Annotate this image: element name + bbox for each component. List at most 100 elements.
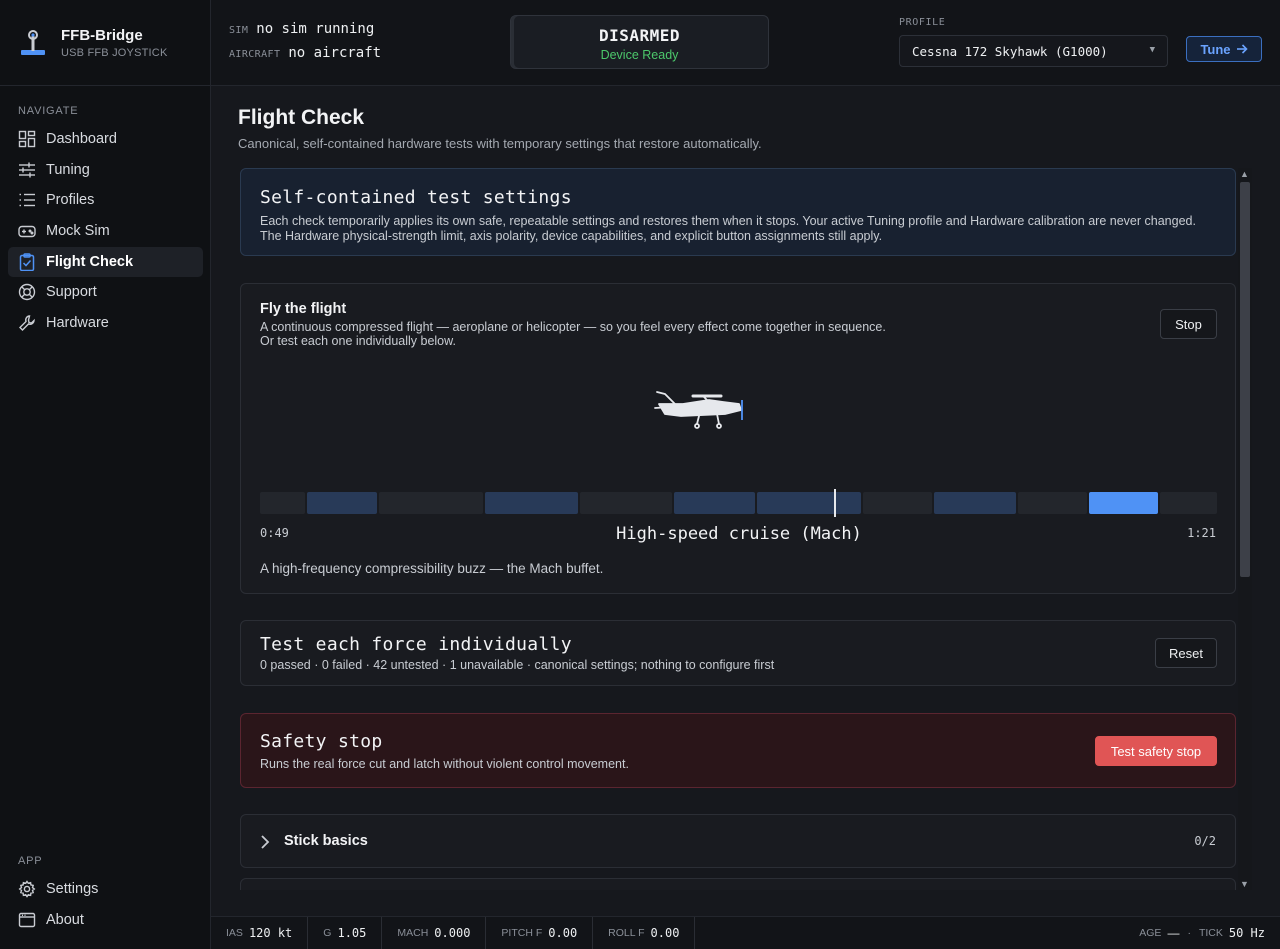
window-icon [18, 912, 36, 927]
timeline-segment [379, 492, 483, 514]
brand: FFB-Bridge USB FFB JOYSTICK [0, 0, 210, 86]
aircraft-key: AIRCRAFT [229, 49, 281, 60]
individual-card-title: Test each force individually [260, 634, 572, 655]
sidebar-item-tuning[interactable]: Tuning [8, 155, 203, 185]
settings-card-text: Each check temporarily applies its own s… [260, 214, 1196, 243]
scrollbar[interactable]: ▲ ▼ [1238, 168, 1252, 890]
timeline-playhead[interactable] [834, 489, 837, 517]
list-icon [19, 194, 35, 207]
pitch-force-value: 0.00 [548, 926, 578, 940]
app-section-label: APP [18, 855, 43, 867]
group-title: Stick basics [284, 833, 368, 849]
sidebar-item-about[interactable]: About [8, 905, 203, 935]
phase-description: A high-frequency compressibility buzz — … [260, 561, 604, 576]
fly-the-flight-card: Fly the flight A continuous compressed f… [240, 283, 1236, 594]
sidebar-item-label: Mock Sim [46, 223, 110, 240]
stop-button[interactable]: Stop [1160, 309, 1217, 339]
telemetry-footer: IAS 120 kt G 1.05 MACH 0.000 PITCH F 0.0… [211, 916, 1280, 949]
grid-icon [18, 130, 36, 148]
scrollbar-thumb[interactable] [1240, 182, 1250, 577]
next-group[interactable] [240, 878, 1236, 890]
tick-value: 50 Hz [1228, 926, 1265, 940]
safety-card-title: Safety stop [260, 731, 383, 752]
age-separator: · [1187, 927, 1191, 939]
timeline-segment [757, 492, 861, 514]
sidebar-item-dashboard[interactable]: Dashboard [8, 124, 203, 154]
g-value: 1.05 [337, 926, 367, 940]
mach-key: MACH [397, 927, 429, 939]
sidebar: FFB-Bridge USB FFB JOYSTICK NAVIGATE Das… [0, 0, 211, 949]
pitch-force-key: PITCH F [501, 927, 543, 939]
flight-card-line2: Or test each one individually below. [260, 334, 456, 348]
clipboard-check-icon [19, 253, 35, 271]
sidebar-item-settings[interactable]: Settings [8, 874, 203, 904]
safety-stop-card: Safety stop Runs the real force cut and … [240, 713, 1236, 788]
timeline-segment [934, 492, 1016, 514]
nav-list: Dashboard Tuning Profiles Mock Sim Fligh… [8, 124, 203, 339]
telemetry-pitch-force: PITCH F 0.00 [486, 916, 594, 949]
lifebuoy-icon [18, 284, 36, 301]
aircraft-status: AIRCRAFT no aircraft [229, 45, 381, 61]
telemetry-g: G 1.05 [308, 916, 383, 949]
telemetry-ias: IAS 120 kt [211, 916, 309, 949]
sidebar-item-label: Flight Check [46, 253, 134, 270]
g-key: G [323, 927, 332, 939]
sidebar-item-label: Tuning [46, 161, 90, 178]
top-header: SIM no sim running AIRCRAFT no aircraft … [211, 0, 1280, 86]
scroll-down-icon[interactable]: ▼ [1240, 879, 1249, 889]
safety-card-text: Runs the real force cut and latch withou… [260, 757, 629, 771]
gamepad-icon [18, 225, 36, 238]
timeline-segment [260, 492, 305, 514]
sim-key: SIM [229, 25, 249, 36]
sidebar-item-profiles[interactable]: Profiles [8, 185, 203, 215]
arm-state: DISARMED [598, 26, 681, 45]
sidebar-item-hardware[interactable]: Hardware [8, 308, 203, 338]
wrench-icon [19, 315, 35, 332]
arm-status-box[interactable]: DISARMED Device Ready [510, 15, 769, 69]
gear-icon [18, 880, 36, 898]
sidebar-item-label: Support [46, 284, 97, 301]
current-phase: High-speed cruise (Mach) [616, 524, 862, 544]
page-subtitle: Canonical, self-contained hardware tests… [238, 136, 762, 151]
tune-button[interactable]: Tune [1186, 36, 1262, 62]
chevron-down-icon: ▼ [1149, 45, 1155, 55]
scroll-area[interactable]: Self-contained test settings Each check … [240, 168, 1237, 890]
test-summary: 0 passed · 0 failed · 42 untested · 1 un… [260, 658, 775, 672]
sim-value: no sim running [256, 21, 375, 37]
individual-tests-card: Test each force individually 0 passed · … [240, 620, 1236, 686]
tune-label: Tune [1200, 41, 1231, 57]
stick-basics-group[interactable]: Stick basics 0/2 [240, 814, 1236, 868]
timeline-segment [863, 492, 932, 514]
telemetry-roll-force: ROLL F 0.00 [593, 916, 696, 949]
airplane-icon [654, 391, 743, 429]
age-value: — [1167, 926, 1180, 940]
main-content: Flight Check Canonical, self-contained h… [211, 86, 1280, 916]
telemetry-mach: MACH 0.000 [382, 916, 487, 949]
sidebar-item-support[interactable]: Support [8, 277, 203, 307]
profile-select[interactable]: Cessna 172 Skyhawk (G1000) ▼ [899, 35, 1168, 67]
ias-key: IAS [226, 927, 243, 939]
timeline-segment [580, 492, 672, 514]
flight-timeline[interactable] [260, 489, 1217, 517]
flight-card-title: Fly the flight [260, 301, 347, 317]
sidebar-item-flight-check[interactable]: Flight Check [8, 246, 203, 277]
timeline-segment [1160, 492, 1217, 514]
nav-section-label: NAVIGATE [18, 105, 79, 117]
scroll-up-icon[interactable]: ▲ [1240, 169, 1249, 179]
app-nav-list: Settings About [8, 874, 203, 935]
sim-status: SIM no sim running [229, 21, 374, 37]
profile-label: PROFILE [899, 17, 946, 28]
timeline-segment [485, 492, 578, 514]
page-title: Flight Check [238, 106, 365, 129]
profile-value: Cessna 172 Skyhawk (G1000) [912, 43, 1108, 59]
joystick-logo-icon [21, 29, 45, 55]
timeline-segment [1018, 492, 1087, 514]
test-safety-stop-button[interactable]: Test safety stop [1095, 736, 1217, 766]
mach-value: 0.000 [434, 926, 471, 940]
sidebar-item-mock-sim[interactable]: Mock Sim [8, 216, 203, 246]
reset-button[interactable]: Reset [1155, 638, 1217, 668]
sidebar-item-label: Settings [46, 881, 99, 897]
sidebar-item-label: Hardware [46, 315, 109, 332]
aircraft-value: no aircraft [288, 45, 382, 61]
timeline-segment [307, 492, 377, 514]
